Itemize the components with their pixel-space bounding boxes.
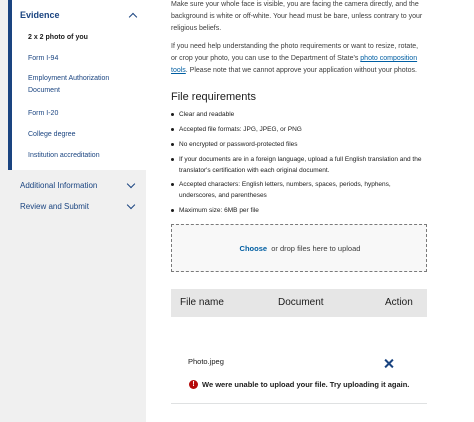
sidebar-item-form-i20[interactable]: Form I-20 <box>28 108 138 120</box>
sidebar-sub-list: 2 x 2 photo of you Form I-94 Employment … <box>8 32 146 170</box>
drop-zone-hint: or drop files here to upload <box>271 244 361 253</box>
sidebar-item-college-degree[interactable]: College degree <box>28 129 138 141</box>
upload-error-message: We were unable to upload your file. Try … <box>202 380 410 389</box>
file-requirements-heading: File requirements <box>171 91 256 103</box>
file-drop-zone[interactable]: Choose or drop files here to upload <box>171 224 427 272</box>
requirement-item: Maximum size: 6MB per file <box>171 205 426 216</box>
uploaded-file-name: Photo.jpeg <box>188 357 224 366</box>
file-table-header: File name Document Action <box>171 289 427 317</box>
close-icon[interactable] <box>383 358 395 370</box>
sidebar-section-additional[interactable]: Additional Information <box>8 176 146 196</box>
sidebar: Evidence 2 x 2 photo of you Form I-94 Em… <box>0 0 146 422</box>
requirement-item: No encrypted or password-protected files <box>171 139 426 150</box>
sidebar-section-label: Evidence <box>20 10 60 20</box>
sidebar-section-label: Additional Information <box>20 181 98 190</box>
table-row-divider <box>171 403 427 404</box>
requirement-item: Accepted characters: English letters, nu… <box>171 179 426 201</box>
sidebar-section-review[interactable]: Review and Submit <box>8 197 146 217</box>
requirement-item: Accepted file formats: JPG, JPEG, or PNG <box>171 124 426 135</box>
drop-zone-text: Choose or drop files here to upload <box>172 244 428 253</box>
error-icon: ! <box>189 380 198 389</box>
column-header-action: Action <box>385 297 413 308</box>
sidebar-item-accreditation[interactable]: Institution accreditation <box>28 150 138 162</box>
sidebar-section-evidence[interactable]: Evidence <box>8 0 146 32</box>
column-header-document: Document <box>278 297 324 308</box>
help-text: If you need help understanding the photo… <box>171 41 426 77</box>
choose-file-button[interactable]: Choose <box>240 244 268 253</box>
sidebar-item-form-i94[interactable]: Form I-94 <box>28 53 138 65</box>
intro-text: Make sure your whole face is visible, yo… <box>171 1 423 32</box>
help-text-suffix: . Please note that we cannot approve you… <box>185 67 417 74</box>
requirement-item: If your documents are in a foreign langu… <box>171 154 426 176</box>
column-header-file-name: File name <box>180 297 224 308</box>
chevron-down-icon[interactable] <box>126 179 136 189</box>
chevron-up-icon[interactable] <box>128 12 138 22</box>
sidebar-section-label: Review and Submit <box>20 202 89 211</box>
chevron-down-icon[interactable] <box>126 200 136 210</box>
sidebar-item-photo[interactable]: 2 x 2 photo of you <box>28 32 138 44</box>
requirement-item: Clear and readable <box>171 109 426 120</box>
sidebar-item-ead[interactable]: Employment Authorization Document <box>28 73 138 97</box>
